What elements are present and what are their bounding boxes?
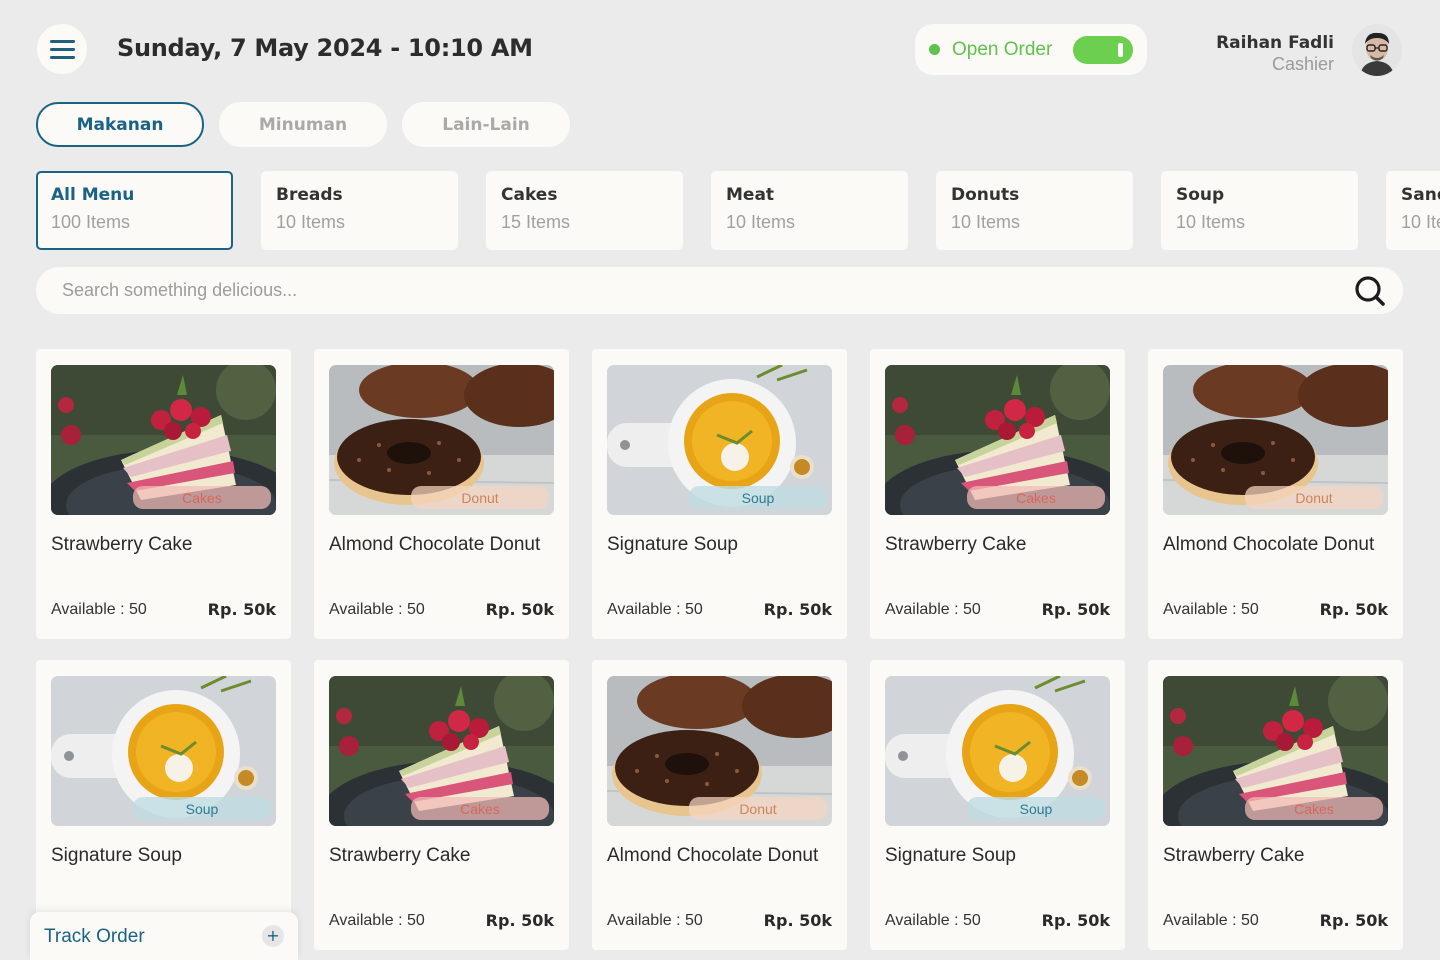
product-price: Rp. 50k xyxy=(763,911,832,930)
category-count: 10 Items xyxy=(276,212,346,232)
product-name: Strawberry Cake xyxy=(329,845,471,866)
product-card[interactable]: Soup Signature Soup Available : 50 Rp. 50k xyxy=(592,349,847,639)
product-image: Donut xyxy=(1163,365,1388,515)
category-name: Meat xyxy=(726,185,775,205)
product-availability: Available : 50 xyxy=(607,912,703,929)
product-availability: Available : 50 xyxy=(1163,912,1259,929)
category-tag: Donut xyxy=(1245,486,1383,509)
category-tag: Cakes xyxy=(411,797,549,820)
product-card[interactable]: Cakes Strawberry Cake Available : 50 Rp. 50… xyxy=(36,349,291,639)
hamburger-icon xyxy=(49,39,75,43)
search-icon[interactable] xyxy=(1354,276,1386,306)
product-price: Rp. 50k xyxy=(1041,911,1110,930)
tab-makanan[interactable]: Makanan xyxy=(36,102,204,147)
product-availability: Available : 50 xyxy=(51,601,147,618)
category-cakes[interactable]: Cakes 15 Items xyxy=(486,171,683,250)
category-count: 100 Items xyxy=(51,212,131,232)
product-availability: Available : 50 xyxy=(607,601,703,618)
category-name: Sand xyxy=(1401,185,1440,205)
product-image: Donut xyxy=(329,365,554,515)
current-datetime: Sunday, 7 May 2024 - 10:10 AM xyxy=(117,34,533,62)
category-meat[interactable]: Meat 10 Items xyxy=(711,171,908,250)
track-order-label: Track Order xyxy=(44,926,145,947)
product-price: Rp. 50k xyxy=(1319,600,1388,619)
category-name: Cakes xyxy=(501,185,558,205)
category-count: 10 Ite xyxy=(1401,212,1440,232)
product-name: Signature Soup xyxy=(607,534,738,555)
category-name: Soup xyxy=(1176,185,1225,205)
track-order-bar[interactable]: Track Order + xyxy=(30,912,298,960)
category-tag: Soup xyxy=(689,486,827,509)
product-price: Rp. 50k xyxy=(763,600,832,619)
category-tag: Soup xyxy=(967,797,1105,820)
category-breads[interactable]: Breads 10 Items xyxy=(261,171,458,250)
product-name: Strawberry Cake xyxy=(885,534,1027,555)
avatar[interactable] xyxy=(1352,24,1402,76)
product-card[interactable]: Soup Signature Soup xyxy=(36,660,291,950)
category-tag: Cakes xyxy=(1245,797,1383,820)
product-card[interactable]: Cakes Strawberry Cake Available : 50 Rp. 50… xyxy=(314,660,569,950)
search-bar xyxy=(36,267,1403,314)
product-name: Almond Chocolate Donut xyxy=(329,534,541,555)
product-price: Rp. 50k xyxy=(485,911,554,930)
plus-icon[interactable]: + xyxy=(262,925,284,947)
open-order-switch[interactable] xyxy=(1073,36,1133,64)
product-name: Strawberry Cake xyxy=(1163,845,1305,866)
tab-minuman[interactable]: Minuman xyxy=(219,102,387,147)
product-price: Rp. 50k xyxy=(1319,911,1388,930)
product-image: Donut xyxy=(607,676,832,826)
product-card[interactable]: Donut Almond Chocolate Donut Available : 5… xyxy=(1148,349,1403,639)
category-count: 10 Items xyxy=(1176,212,1246,232)
product-price: Rp. 50k xyxy=(1041,600,1110,619)
product-price: Rp. 50k xyxy=(485,600,554,619)
user-role: Cashier xyxy=(1271,54,1334,74)
category-name: Breads xyxy=(276,185,343,205)
product-availability: Available : 50 xyxy=(1163,601,1259,618)
category-tag: Cakes xyxy=(967,486,1105,509)
product-image: Cakes xyxy=(1163,676,1388,826)
category-name: Donuts xyxy=(951,185,1020,205)
product-card[interactable]: Soup Signature Soup Available : 50 Rp. 50k xyxy=(870,660,1125,950)
category-tag: Donut xyxy=(689,797,827,820)
category-count: 10 Items xyxy=(726,212,796,232)
product-image: Soup xyxy=(51,676,276,826)
category-soup[interactable]: Soup 10 Items xyxy=(1161,171,1358,250)
product-image: Cakes xyxy=(51,365,276,515)
product-image: Cakes xyxy=(329,676,554,826)
category-donuts[interactable]: Donuts 10 Items xyxy=(936,171,1133,250)
product-image: Cakes xyxy=(885,365,1110,515)
product-image: Soup xyxy=(607,365,832,515)
product-name: Signature Soup xyxy=(885,845,1016,866)
product-card[interactable]: Cakes Strawberry Cake Available : 50 Rp. 50… xyxy=(870,349,1125,639)
open-order-label: Open Order xyxy=(952,38,1053,60)
user-name: Raihan Fadli xyxy=(1216,33,1334,53)
category-name: All Menu xyxy=(51,185,135,205)
product-price: Rp. 50k xyxy=(207,600,276,619)
category-count: 15 Items xyxy=(501,212,571,232)
product-name: Signature Soup xyxy=(51,845,182,866)
status-dot-icon xyxy=(929,44,940,55)
category-count: 10 Items xyxy=(951,212,1021,232)
category-tag: Soup xyxy=(133,797,271,820)
product-availability: Available : 50 xyxy=(329,912,425,929)
search-input[interactable] xyxy=(62,267,1332,314)
tab-lain-lain[interactable]: Lain-Lain xyxy=(402,102,570,147)
product-availability: Available : 50 xyxy=(885,912,981,929)
product-name: Almond Chocolate Donut xyxy=(607,845,819,866)
product-image: Soup xyxy=(885,676,1110,826)
product-card[interactable]: Donut Almond Chocolate Donut Available : 5… xyxy=(592,660,847,950)
category-tag: Cakes xyxy=(133,486,271,509)
category-all-menu[interactable]: All Menu 100 Items xyxy=(36,171,233,250)
category-sandwich[interactable]: Sand 10 Ite xyxy=(1386,171,1440,250)
open-order-toggle-panel[interactable]: Open Order xyxy=(915,24,1147,75)
product-availability: Available : 50 xyxy=(329,601,425,618)
product-card[interactable]: Cakes Strawberry Cake Available : 50 Rp. 50… xyxy=(1148,660,1403,950)
product-card[interactable]: Donut Almond Chocolate Donut Available : 5… xyxy=(314,349,569,639)
product-availability: Available : 50 xyxy=(885,601,981,618)
product-name: Almond Chocolate Donut xyxy=(1163,534,1375,555)
category-tag: Donut xyxy=(411,486,549,509)
hamburger-menu-button[interactable] xyxy=(37,24,87,74)
product-name: Strawberry Cake xyxy=(51,534,193,555)
